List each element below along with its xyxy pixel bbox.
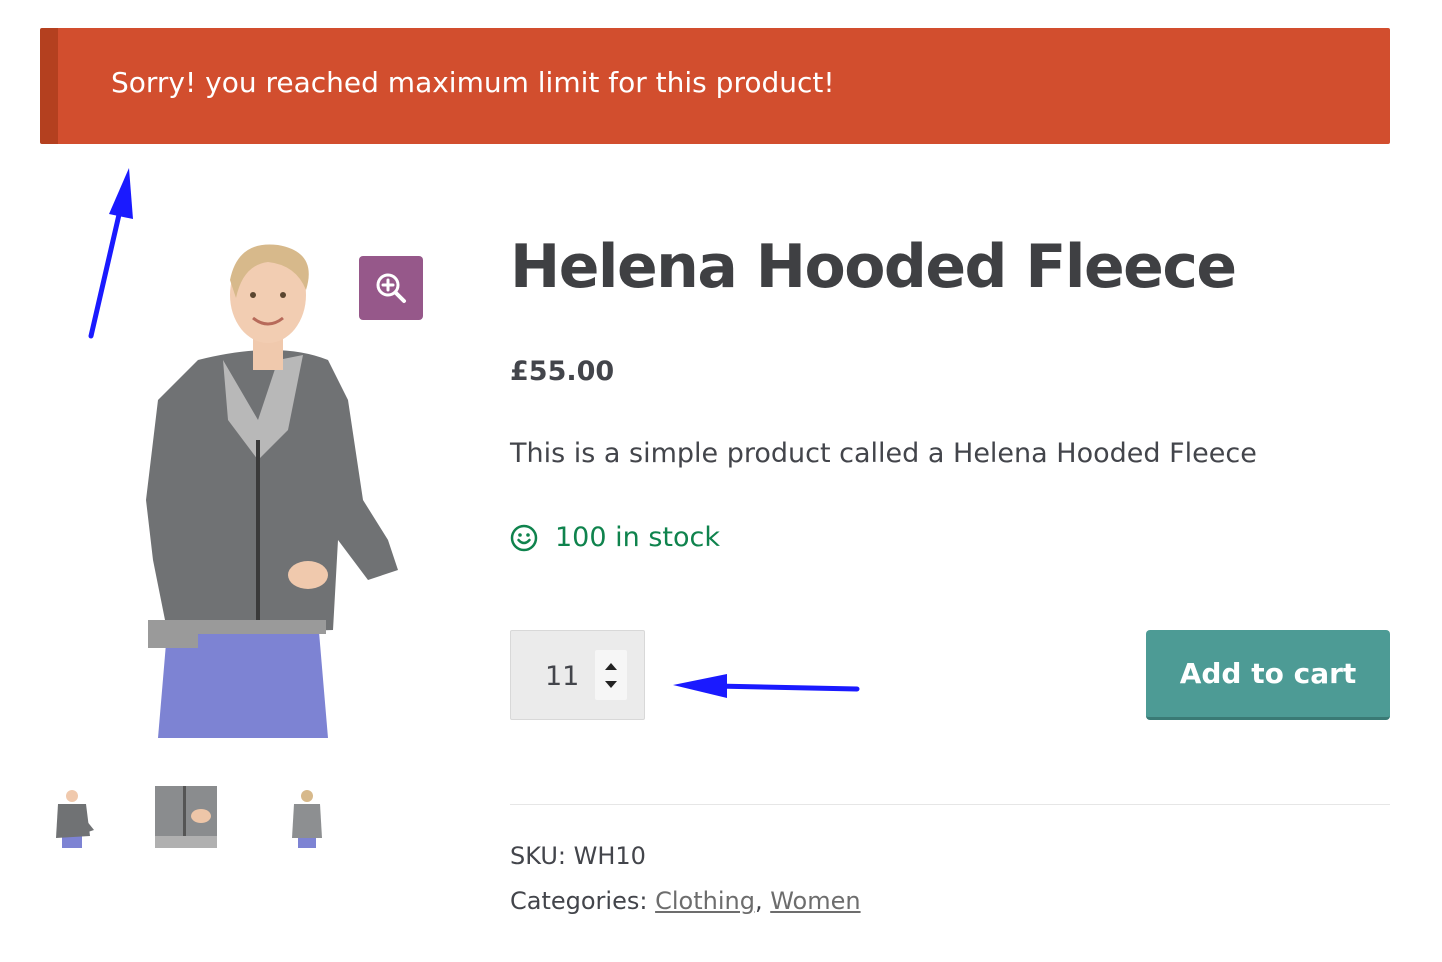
increment-arrow-icon[interactable] — [605, 663, 617, 670]
category-link-clothing[interactable]: Clothing — [655, 887, 755, 915]
product-price: £55.00 — [510, 356, 615, 387]
product-categories: Categories: Clothing, Women — [510, 887, 861, 915]
stock-status: 100 in stock — [510, 522, 720, 553]
zoom-in-icon — [376, 273, 406, 303]
annotation-arrow-left-icon — [673, 674, 727, 698]
thumbnail-back[interactable] — [276, 786, 338, 848]
decrement-arrow-icon[interactable] — [605, 681, 617, 688]
thumb-pocket-image — [155, 786, 217, 848]
divider — [510, 804, 1390, 805]
smiley-icon — [510, 524, 538, 551]
product-sku: SKU: WH10 — [510, 842, 646, 870]
error-notice-message: Sorry! you reached maximum limit for thi… — [111, 66, 835, 99]
add-to-cart-button[interactable]: Add to cart — [1146, 630, 1390, 720]
zoom-button[interactable] — [359, 256, 423, 320]
quantity-value[interactable]: 11 — [545, 661, 579, 692]
thumb-back-image — [292, 790, 322, 848]
stock-text: 100 in stock — [555, 522, 720, 553]
categories-label: Categories: — [510, 887, 648, 915]
thumb-front-image — [56, 790, 94, 848]
product-title: Helena Hooded Fleece — [510, 232, 1237, 302]
category-link-women[interactable]: Women — [770, 887, 860, 915]
quantity-stepper[interactable]: 11 — [510, 630, 645, 720]
product-description: This is a simple product called a Helena… — [510, 438, 1257, 469]
sku-value: WH10 — [573, 842, 646, 870]
category-separator: , — [754, 887, 763, 915]
sku-label: SKU: — [510, 842, 566, 870]
error-notice: Sorry! you reached maximum limit for thi… — [40, 28, 1390, 144]
thumbnail-front[interactable] — [42, 786, 104, 848]
annotation-arrow-up-icon — [109, 168, 133, 219]
thumbnail-pocket[interactable] — [155, 786, 217, 848]
quantity-spinner[interactable] — [595, 650, 627, 700]
